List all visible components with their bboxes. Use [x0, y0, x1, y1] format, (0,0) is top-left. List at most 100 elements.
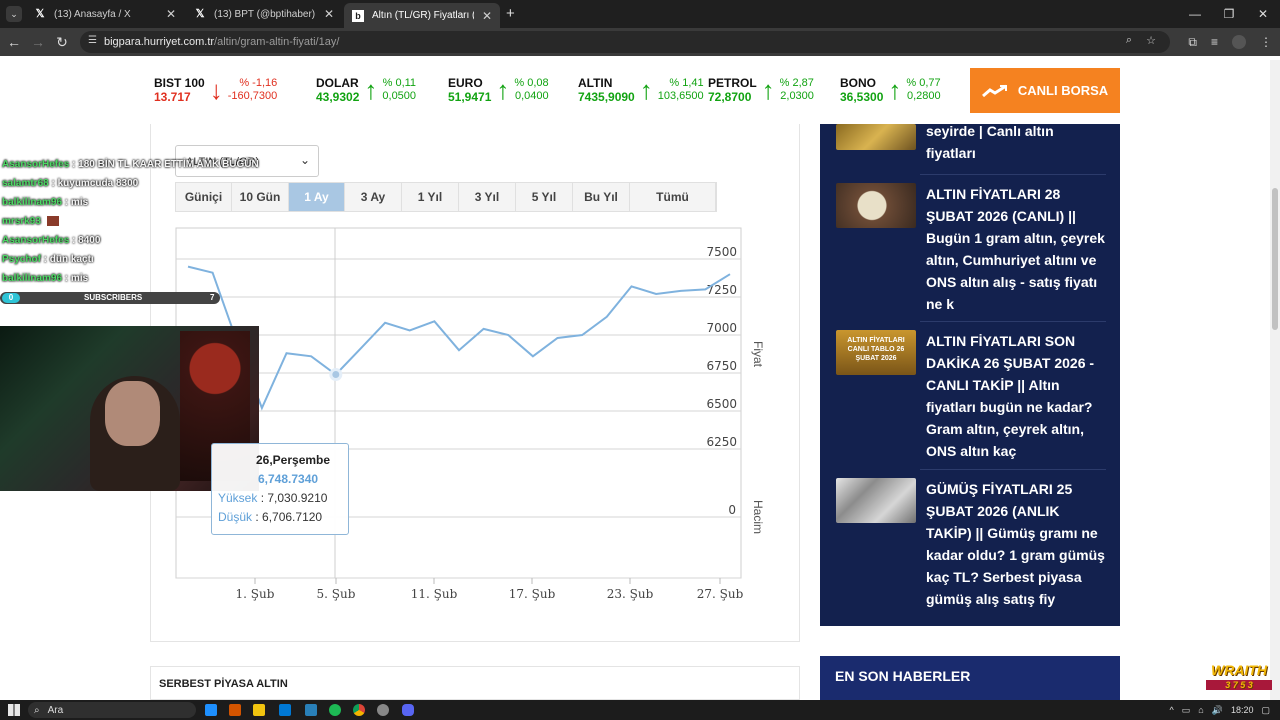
bigpara-icon: b	[352, 9, 364, 22]
site-info-icon[interactable]: ☰	[88, 35, 97, 46]
tooltip-high-label: Yüksek	[218, 491, 258, 505]
window-close-icon[interactable]: ✕	[1246, 0, 1280, 28]
news-item[interactable]: ALTIN FİYATLARI CANLI TABLO 26 ŞUBAT 202…	[836, 330, 1106, 462]
taskbar-search[interactable]: ⌕ Ara	[28, 702, 196, 718]
windows-start-icon[interactable]	[8, 704, 20, 716]
chat-text: : 8400	[69, 235, 101, 246]
tooltip-high: 7,030.9210	[267, 491, 328, 505]
arrow-up-icon: ↑	[496, 75, 510, 105]
restore-icon[interactable]: ❐	[1212, 0, 1246, 28]
ticker-value: 51,9471	[448, 90, 492, 104]
range-tabs: Güniçi 10 Gün 1 Ay 3 Ay 1 Yıl 3 Yıl 5 Yıl Bu Yı…	[175, 182, 717, 212]
zoom-icon[interactable]: ⌕	[1126, 34, 1132, 47]
range-tab[interactable]: 3 Ay	[345, 183, 402, 211]
url-field[interactable]: ☰ bigpara.hurriyet.com.tr/altin/gram-alt…	[80, 31, 1170, 53]
extensions-icon[interactable]: ⧉	[1188, 35, 1197, 50]
ticker-name: ALTIN	[578, 76, 613, 90]
range-tab[interactable]: 3 Yıl	[459, 183, 516, 211]
ticker-change: 2,0300	[780, 90, 814, 102]
range-tab[interactable]: 5 Yıl	[516, 183, 573, 211]
taskbar-app-icon[interactable]	[377, 704, 389, 716]
clock[interactable]: 18:20	[1231, 705, 1254, 715]
taskbar-app-icon[interactable]	[305, 704, 317, 716]
tray-chevron-icon[interactable]: ^	[1170, 705, 1174, 715]
range-tab[interactable]: 10 Gün	[232, 183, 289, 211]
taskbar-app-icon[interactable]	[253, 704, 265, 716]
close-tab-icon[interactable]: ✕	[482, 9, 492, 23]
x-tick-label: 11. Şub	[411, 587, 458, 601]
chart-tooltip: 26,Perşembe 6,748.7340 Yüksek : 7,030.92…	[211, 443, 349, 535]
chat-message: balkilinam96 : mis	[2, 197, 88, 208]
address-bar-row: ← → ↻ ☰ bigpara.hurriyet.com.tr/altin/gr…	[0, 28, 1280, 56]
notification-icon[interactable]: ▢	[1261, 705, 1270, 716]
range-tab[interactable]: Bu Yıl	[573, 183, 630, 211]
ticker-name: PETROL	[708, 76, 757, 90]
stream-brand-logo: WRAITH 3 7 5 3	[1206, 662, 1272, 698]
spotify-icon[interactable]	[329, 704, 341, 716]
forward-icon[interactable]: →	[26, 34, 50, 50]
x-tick-label: 5. Şub	[317, 587, 356, 601]
back-icon[interactable]: ←	[2, 34, 26, 50]
tab-list-dropdown[interactable]: ⌄	[6, 6, 22, 22]
streamer-face	[105, 381, 160, 446]
chat-text: : mis	[62, 273, 89, 284]
ticker-item[interactable]: PETROL 72,8700 ↑ % 2,87 2,0300	[704, 64, 834, 116]
subscribers-goal: 7	[210, 293, 215, 302]
scrollbar-thumb[interactable]	[1272, 188, 1278, 330]
range-tab[interactable]: 1 Yıl	[402, 183, 459, 211]
volume-icon[interactable]: 🔊	[1212, 705, 1223, 716]
tab-x-home[interactable]: 𝕏 (13) Anasayfa / X ✕	[26, 3, 184, 25]
chat-username: mrsrk93	[2, 216, 41, 227]
menu-icon[interactable]: ⋮	[1260, 35, 1272, 49]
bookmark-star-icon[interactable]: ☆	[1146, 34, 1156, 47]
range-tab[interactable]: 1 Ay	[289, 183, 345, 211]
price-chart[interactable]: 750072507000675065006250 1. Şub 5. Şub 11.…	[170, 220, 770, 610]
x-tick-labels: 1. Şub 5. Şub 11. Şub 17. Şub 23. Şub 27. Şub	[236, 578, 744, 601]
ticker-item[interactable]: BIST 100 13.717 ↓ % -1,16 -160,7300	[150, 64, 308, 116]
tab-strip: ⌄ 𝕏 (13) Anasayfa / X ✕ 𝕏 (13) BPT (@bpt…	[0, 0, 1280, 28]
trend-up-icon	[981, 84, 1007, 97]
taskbar-app-icon[interactable]	[229, 704, 241, 716]
close-tab-icon[interactable]: ✕	[166, 7, 176, 21]
minimize-icon[interactable]: —	[1178, 0, 1212, 28]
news-item[interactable]: GÜMÜŞ FİYATLARI 25 ŞUBAT 2026 (ANLIK TAK…	[836, 478, 1106, 610]
range-tab[interactable]: Güniçi	[176, 183, 232, 211]
reload-icon[interactable]: ↻	[50, 34, 74, 51]
news-thumbnail: ALTIN FİYATLARI CANLI TABLO 26 ŞUBAT 202…	[836, 330, 916, 375]
x-logo-icon: 𝕏	[35, 8, 45, 20]
network-icon[interactable]: ⌂	[1198, 705, 1203, 715]
chrome-icon[interactable]	[353, 704, 365, 716]
ticker-item[interactable]: ALTIN 7435,9090 ↑ % 1,41 103,6500	[574, 64, 704, 116]
tab-bigpara[interactable]: b Altın (TL/GR) Fiyatları (1 Ay) - A ✕	[344, 3, 500, 28]
tab-x-bpt[interactable]: 𝕏 (13) BPT (@bptihaber) / X ✕	[186, 3, 342, 25]
canli-borsa-button[interactable]: CANLI BORSA	[970, 68, 1120, 113]
y-tick-label: 6750	[706, 359, 737, 373]
system-tray: ^ ▭ ⌂ 🔊 18:20 ▢	[1170, 700, 1270, 720]
search-icon: ⌕	[34, 704, 40, 716]
media-icon[interactable]: ≡	[1211, 35, 1218, 49]
y-tick-label: 7000	[706, 321, 737, 335]
close-tab-icon[interactable]: ✕	[324, 7, 334, 21]
ticker-percent: % 0,08	[514, 77, 549, 89]
ticker-item[interactable]: BONO 36,5300 ↑ % 0,77 0,2800	[836, 64, 966, 116]
chat-message: Psychof : dün kaçtı	[2, 254, 94, 265]
discord-icon[interactable]	[402, 704, 414, 716]
scrollbar[interactable]	[1270, 60, 1280, 700]
news-item[interactable]: seyirde | Canlı altın fiyatları	[836, 120, 1106, 164]
profile-avatar[interactable]	[1232, 35, 1246, 49]
ticker-name: BONO	[840, 76, 876, 90]
taskbar-app-icon[interactable]	[205, 704, 217, 716]
chat-message: mrsrk93	[2, 216, 59, 227]
news-item[interactable]: ALTIN FİYATLARI 28 ŞUBAT 2026 (CANLI) ||…	[836, 183, 1106, 315]
taskbar-app-icon[interactable]	[279, 704, 291, 716]
range-tab[interactable]: Tümü	[630, 183, 716, 211]
news-thumbnail	[836, 183, 916, 228]
ticker-value: 7435,9090	[578, 90, 635, 104]
ticker-item[interactable]: EURO 51,9471 ↑ % 0,08 0,0400	[444, 64, 572, 116]
ticker-item[interactable]: DOLAR 43,9302 ↑ % 0,11 0,0500	[312, 64, 442, 116]
new-tab-icon[interactable]: +	[506, 5, 515, 22]
volume-axis-label: Hacim	[751, 500, 765, 534]
ticker-percent: % 0,11	[382, 77, 417, 89]
tray-icon[interactable]: ▭	[1182, 705, 1191, 716]
chat-username: AsansorHefes	[2, 159, 70, 170]
